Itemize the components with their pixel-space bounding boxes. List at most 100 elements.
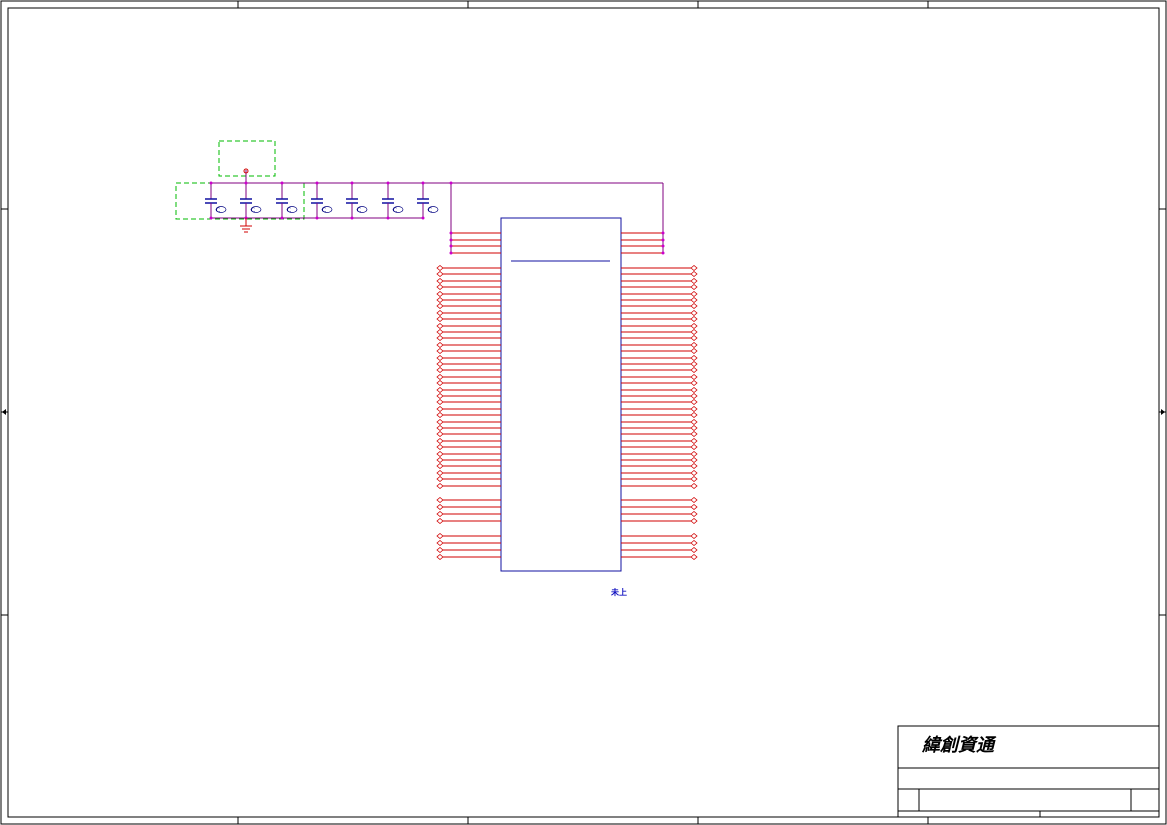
- right-pin: [621, 437, 698, 445]
- schematic-sheet: CCCCCCC 未上 緯創資通: [0, 0, 1167, 825]
- capacitor: C: [346, 181, 368, 220]
- right-pin: [621, 462, 698, 470]
- left-pin: [436, 546, 501, 554]
- right-pin: [621, 238, 665, 242]
- right-pin: [621, 456, 698, 464]
- right-pin: [621, 405, 698, 413]
- left-pin: [436, 392, 501, 400]
- left-pin: [436, 510, 501, 518]
- left-pin: [436, 424, 501, 432]
- left-pin: [436, 328, 501, 336]
- capacitor: C: [240, 181, 262, 220]
- left-pin: [436, 302, 501, 310]
- left-pin: [436, 532, 501, 540]
- right-pin: [621, 503, 698, 511]
- sheet-border: [0, 0, 1167, 825]
- left-pin: [436, 296, 501, 304]
- right-pin: [621, 231, 665, 235]
- left-pin: [436, 475, 501, 483]
- left-pin: [449, 238, 501, 242]
- right-pin: [621, 424, 698, 432]
- right-pin: [621, 443, 698, 451]
- left-pin: [436, 315, 501, 323]
- left-pin: [436, 450, 501, 458]
- capacitor-group: CCCCCCC: [205, 181, 453, 220]
- right-pin: [621, 510, 698, 518]
- right-pin: [621, 450, 698, 458]
- right-pin: [621, 328, 698, 336]
- right-pin: [621, 373, 698, 381]
- right-pin: [621, 496, 698, 504]
- left-pin: [436, 277, 501, 285]
- right-pin: [621, 302, 698, 310]
- left-pin: [436, 366, 501, 374]
- right-pin: [621, 539, 698, 547]
- part-note: 未上: [610, 587, 627, 597]
- left-pin: [436, 553, 501, 561]
- right-pin: [621, 277, 698, 285]
- capacitor: C: [382, 181, 404, 220]
- dashed-box-caps: [175, 182, 305, 220]
- left-pin: [436, 430, 501, 438]
- left-pin: [436, 341, 501, 349]
- right-pin: [621, 482, 698, 490]
- left-pin: [436, 398, 501, 406]
- right-pin: [621, 322, 698, 330]
- right-pin: [621, 360, 698, 368]
- left-pin: [436, 411, 501, 419]
- right-pin: [621, 411, 698, 419]
- right-pin: [621, 309, 698, 317]
- right-pin: [621, 418, 698, 426]
- left-pin: [436, 386, 501, 394]
- left-pin: [449, 231, 501, 235]
- left-pin: [436, 503, 501, 511]
- right-pin: [621, 553, 698, 561]
- right-pin: [621, 347, 698, 355]
- left-pin: [436, 517, 501, 525]
- left-pin: [436, 309, 501, 317]
- junction-dot: [449, 181, 453, 185]
- left-pin: [436, 347, 501, 355]
- right-pin: [621, 296, 698, 304]
- ic-body: [500, 217, 622, 572]
- right-pin: [621, 341, 698, 349]
- right-pin: [621, 354, 698, 362]
- left-pin: [436, 373, 501, 381]
- right-pin: [621, 379, 698, 387]
- left-pin: [436, 456, 501, 464]
- left-pin: [436, 437, 501, 445]
- right-pin: [621, 264, 698, 272]
- left-pin: [436, 405, 501, 413]
- left-pin: [436, 379, 501, 387]
- right-pin: [621, 366, 698, 374]
- right-pin: [621, 430, 698, 438]
- left-pin: [436, 334, 501, 342]
- right-pin: [621, 469, 698, 477]
- right-pin: [621, 315, 698, 323]
- left-pin: [436, 322, 501, 330]
- right-pin: [621, 334, 698, 342]
- left-pin: [436, 418, 501, 426]
- left-pin: [436, 469, 501, 477]
- left-pin: [436, 482, 501, 490]
- right-pin: [621, 392, 698, 400]
- left-pin: [436, 443, 501, 451]
- right-pin: [621, 517, 698, 525]
- left-pin: [436, 264, 501, 272]
- left-pin: [436, 539, 501, 547]
- right-pin: [621, 251, 665, 255]
- right-pin: [621, 244, 665, 248]
- capacitor: C: [417, 181, 439, 220]
- right-pin: [621, 270, 698, 278]
- right-pin: [621, 546, 698, 554]
- right-pin: [621, 290, 698, 298]
- ground-symbol: [240, 218, 252, 233]
- left-pin: [449, 251, 501, 255]
- left-pin: [436, 270, 501, 278]
- left-pin: [436, 462, 501, 470]
- right-pin: [621, 532, 698, 540]
- left-pin: [436, 283, 501, 291]
- left-pin: [436, 360, 501, 368]
- right-pin: [621, 398, 698, 406]
- company-name: 緯創資通: [921, 735, 997, 756]
